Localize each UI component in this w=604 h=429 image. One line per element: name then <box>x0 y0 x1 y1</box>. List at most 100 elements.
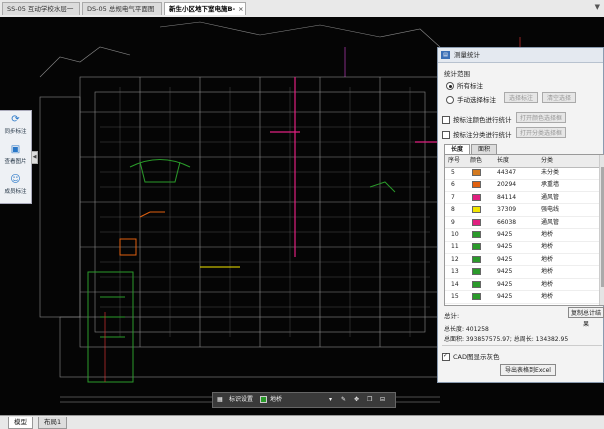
cell-no: 15 <box>451 293 459 300</box>
copy-icon[interactable]: ❐ <box>367 393 372 407</box>
color-swatch <box>472 268 481 276</box>
cell-no: 6 <box>451 181 455 189</box>
color-swatch <box>472 181 481 189</box>
cell-length: 37309 <box>497 206 517 214</box>
cell-length: 9425 <box>497 231 513 238</box>
tab-label: DS-05 总规电气平面图 <box>87 5 155 13</box>
table-row[interactable]: 9 66038 通风管 <box>445 217 599 230</box>
chevron-down-icon[interactable]: ▾ <box>329 393 332 407</box>
table-row[interactable]: 5 44347 未分类 <box>445 167 599 180</box>
cell-length: 44347 <box>497 169 517 176</box>
floatbar-label-b: 地桥 <box>270 396 283 403</box>
cell-category: 地桥 <box>541 280 554 288</box>
cell-length: 9425 <box>497 255 513 263</box>
clear-selection-button[interactable]: 清空选择 <box>542 92 576 103</box>
delete-icon[interactable]: ⊟ <box>380 393 385 407</box>
radio-manual-label: 手动选择标注 <box>457 96 496 104</box>
sync-annotation-button[interactable]: ⟳ 同步标注 <box>0 111 31 141</box>
cell-length: 9425 <box>497 280 513 288</box>
scope-label: 统计范围 <box>444 70 470 78</box>
cell-length: 9425 <box>497 243 513 251</box>
collapse-sidebar-icon[interactable]: ◀ <box>31 151 38 164</box>
tab-xinsheng[interactable]: 新生小区地下室电施B- × <box>164 2 246 15</box>
chevron-down-icon[interactable]: ▼ <box>595 3 600 11</box>
left-toolbar: ⟳ 同步标注 ▣ 查看图片 ☺ 成员标注 <box>0 110 32 204</box>
tab-label: SS-05 互动学校水层一 <box>7 5 74 13</box>
select-annotation-button[interactable]: 选择标注 <box>504 92 538 103</box>
cell-category: 承重墙 <box>541 181 560 189</box>
color-swatch <box>472 206 481 214</box>
annotation-floatbar: ▦ 标识设置 地桥 ▾ ✎ ✥ ❐ ⊟ <box>212 392 396 408</box>
cell-category: 强电线 <box>541 206 560 214</box>
table-row[interactable]: 13 9425 地桥 <box>445 266 599 279</box>
col-header: 长度 <box>497 157 510 164</box>
cell-category: 地桥 <box>541 293 554 300</box>
users-icon: ☺ <box>10 174 21 185</box>
table-row[interactable]: 10 9425 地桥 <box>445 229 599 242</box>
chk-cad-label: CAD图显示灰色 <box>453 353 500 361</box>
table-row[interactable]: 7 84114 通风管 <box>445 192 599 205</box>
chk-category-label: 按标注分类进行统计 <box>453 131 512 139</box>
color-swatch <box>472 193 481 201</box>
open-color-selector-button[interactable]: 打开颜色选择框 <box>516 112 566 123</box>
checkbox-icon <box>442 116 450 124</box>
color-swatch <box>472 255 481 263</box>
chk-cad-gray[interactable]: CAD图显示灰色 <box>442 351 500 361</box>
image-icon: ▣ <box>10 144 21 155</box>
cell-no: 10 <box>451 231 459 238</box>
color-swatch <box>472 169 481 176</box>
tab-ss05[interactable]: SS-05 互动学校水层一 <box>2 2 80 15</box>
radio-all-label: 所有标注 <box>457 82 483 90</box>
cell-no: 9 <box>451 218 455 226</box>
panel-title: 测量统计 <box>454 51 480 59</box>
radio-selected-icon <box>446 82 454 90</box>
tab-ds05[interactable]: DS-05 总规电气平面图 <box>82 2 162 15</box>
close-icon[interactable]: × <box>238 5 243 13</box>
color-swatch <box>472 243 481 251</box>
view-image-button[interactable]: ▣ 查看图片 <box>0 141 31 171</box>
radio-icon <box>446 96 454 104</box>
radio-manual[interactable]: 手动选择标注 <box>446 94 496 104</box>
open-category-selector-button[interactable]: 打开分类选择框 <box>516 127 566 138</box>
member-annotation-button[interactable]: ☺ 成员标注 <box>0 171 31 201</box>
table-row[interactable]: 8 37309 强电线 <box>445 204 599 217</box>
chk-category[interactable]: 按标注分类进行统计 <box>442 129 512 139</box>
category-color-swatch[interactable] <box>260 396 267 403</box>
export-excel-button[interactable]: 导出表格到Excel <box>500 364 556 376</box>
color-swatch <box>472 293 481 300</box>
cell-length: 20294 <box>497 181 517 189</box>
cell-no: 12 <box>451 255 459 263</box>
sidebar-item-label: 成员标注 <box>4 189 27 195</box>
total-area: 总面积: 393857575.97; 总周长: 134382.95 <box>444 336 569 343</box>
tab-label: 新生小区地下室电施B- <box>169 5 236 13</box>
table-row[interactable]: 14 9425 地桥 <box>445 279 599 292</box>
copy-total-button[interactable]: 复制总计结果 <box>568 307 604 328</box>
grid-icon[interactable]: ▦ <box>217 393 223 407</box>
cell-category: 地桥 <box>541 243 554 251</box>
table-row[interactable]: 11 9425 地桥 <box>445 241 599 254</box>
color-swatch <box>472 218 481 226</box>
cell-no: 5 <box>451 169 455 176</box>
stats-tabs: 长度 面积 <box>444 144 498 155</box>
edit-icon[interactable]: ✎ <box>341 393 346 407</box>
radio-all[interactable]: 所有标注 <box>446 80 483 90</box>
panel-title-bar: ▤ 测量统计 <box>438 48 603 63</box>
total-length: 总长度: 401258 <box>444 326 489 333</box>
checkbox-checked-icon <box>442 352 450 361</box>
cell-category: 地桥 <box>541 231 554 238</box>
chk-color[interactable]: 按标注颜色进行统计 <box>442 114 512 124</box>
table-scrollbar[interactable] <box>599 155 604 305</box>
table-row[interactable]: 15 9425 地桥 <box>445 291 599 304</box>
stats-table: 序号 颜色 长度 分类 5 44347 未分类 6 20294 承重墙 7 84114 通风管 8… <box>444 154 604 306</box>
table-row[interactable]: 12 9425 地桥 <box>445 254 599 267</box>
col-header: 分类 <box>541 157 554 164</box>
measure-stats-panel: ▤ 测量统计 统计范围 所有标注 手动选择标注 选择标注 清空选择 按标注颜色进… <box>437 47 604 383</box>
layout-tab-bar: 模型 布局1 <box>0 415 604 429</box>
cell-length: 66038 <box>497 218 517 226</box>
document-tab-bar: SS-05 互动学校水层一 DS-05 总规电气平面图 新生小区地下室电施B- ×… <box>0 0 604 18</box>
table-row[interactable]: 6 20294 承重墙 <box>445 179 599 192</box>
tab-layout1[interactable]: 布局1 <box>38 417 68 429</box>
cell-category: 未分类 <box>541 169 560 176</box>
move-icon[interactable]: ✥ <box>354 393 359 407</box>
tab-model[interactable]: 模型 <box>8 417 33 429</box>
